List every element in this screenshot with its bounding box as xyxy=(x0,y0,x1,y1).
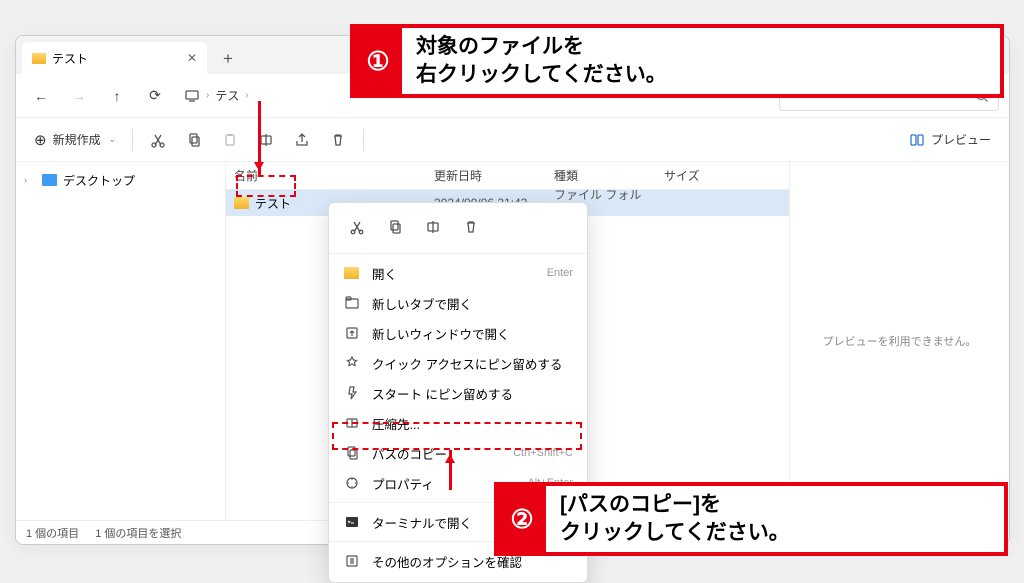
new-button[interactable]: ⊕ 新規作成 ⌄ xyxy=(26,125,124,155)
ctx-delete-icon[interactable] xyxy=(457,213,485,241)
col-date[interactable]: 更新日時 xyxy=(426,167,546,184)
chevron-right-icon: › xyxy=(206,90,209,101)
callout-1: ① 対象のファイルを右クリックしてください。 xyxy=(350,24,1004,98)
up-button[interactable]: ↑ xyxy=(100,80,134,112)
ctx-rename-icon[interactable] xyxy=(419,213,447,241)
rename-button[interactable] xyxy=(249,125,283,155)
ctx-open[interactable]: 開くEnter xyxy=(329,258,587,288)
toolbar: ⊕ 新規作成 ⌄ プレビュー xyxy=(16,118,1009,162)
column-headers[interactable]: 名前 更新日時 種類 サイズ xyxy=(226,162,789,190)
ctx-open-newtab[interactable]: 新しいタブで開く xyxy=(329,288,587,318)
preview-pane: プレビューを利用できません。 xyxy=(789,162,1009,520)
sidebar-item-desktop[interactable]: › デスクトップ xyxy=(16,168,225,192)
sidebar-item-label: デスクトップ xyxy=(63,172,135,189)
ctx-open-newwin[interactable]: 新しいウィンドウで開く xyxy=(329,318,587,348)
sidebar: › デスクトップ xyxy=(16,162,226,520)
cut-button[interactable] xyxy=(141,125,175,155)
back-button[interactable]: ← xyxy=(24,80,58,112)
ctx-pin-quickaccess[interactable]: クイック アクセスにピン留めする xyxy=(329,348,587,378)
callout-2: ② [パスのコピー]をクリックしてください。 xyxy=(494,482,1008,556)
chevron-right-icon: › xyxy=(245,90,248,101)
ctx-cut-icon[interactable] xyxy=(343,213,371,241)
col-size[interactable]: サイズ xyxy=(656,167,736,184)
preview-icon xyxy=(909,132,925,148)
delete-button[interactable] xyxy=(321,125,355,155)
share-button[interactable] xyxy=(285,125,319,155)
item-count: 1 個の項目 xyxy=(26,525,79,541)
tab-close-icon[interactable]: ✕ xyxy=(187,51,197,65)
desktop-icon xyxy=(42,174,57,186)
preview-button[interactable]: プレビュー xyxy=(901,125,999,155)
monitor-icon xyxy=(184,88,200,104)
col-type[interactable]: 種類 xyxy=(546,167,656,184)
copy-button[interactable] xyxy=(177,125,211,155)
tab-title: テスト xyxy=(52,50,88,67)
folder-icon xyxy=(234,197,249,209)
file-name: テスト xyxy=(255,195,291,212)
paste-button[interactable] xyxy=(213,125,247,155)
refresh-button[interactable]: ⟳ xyxy=(138,80,172,112)
ctx-pin-start[interactable]: スタート にピン留めする xyxy=(329,378,587,408)
new-tab-button[interactable]: + xyxy=(213,44,243,74)
breadcrumb-item[interactable]: テス xyxy=(215,87,239,104)
callout-badge: ② xyxy=(498,486,546,552)
arrow-2 xyxy=(449,450,452,490)
folder-icon xyxy=(32,53,46,64)
forward-button[interactable]: → xyxy=(62,80,96,112)
chevron-right-icon: › xyxy=(24,175,36,185)
ctx-copy-icon[interactable] xyxy=(381,213,409,241)
chevron-right-icon: › xyxy=(569,417,573,429)
arrow-1 xyxy=(258,101,261,175)
ctx-compress[interactable]: 圧縮先...› xyxy=(329,408,587,438)
selected-count: 1 個の項目を選択 xyxy=(95,525,181,541)
tab-active[interactable]: テスト ✕ xyxy=(22,42,207,74)
ctx-copy-path[interactable]: パスのコピーCtrl+Shift+C xyxy=(329,438,587,468)
callout-badge: ① xyxy=(354,28,402,94)
